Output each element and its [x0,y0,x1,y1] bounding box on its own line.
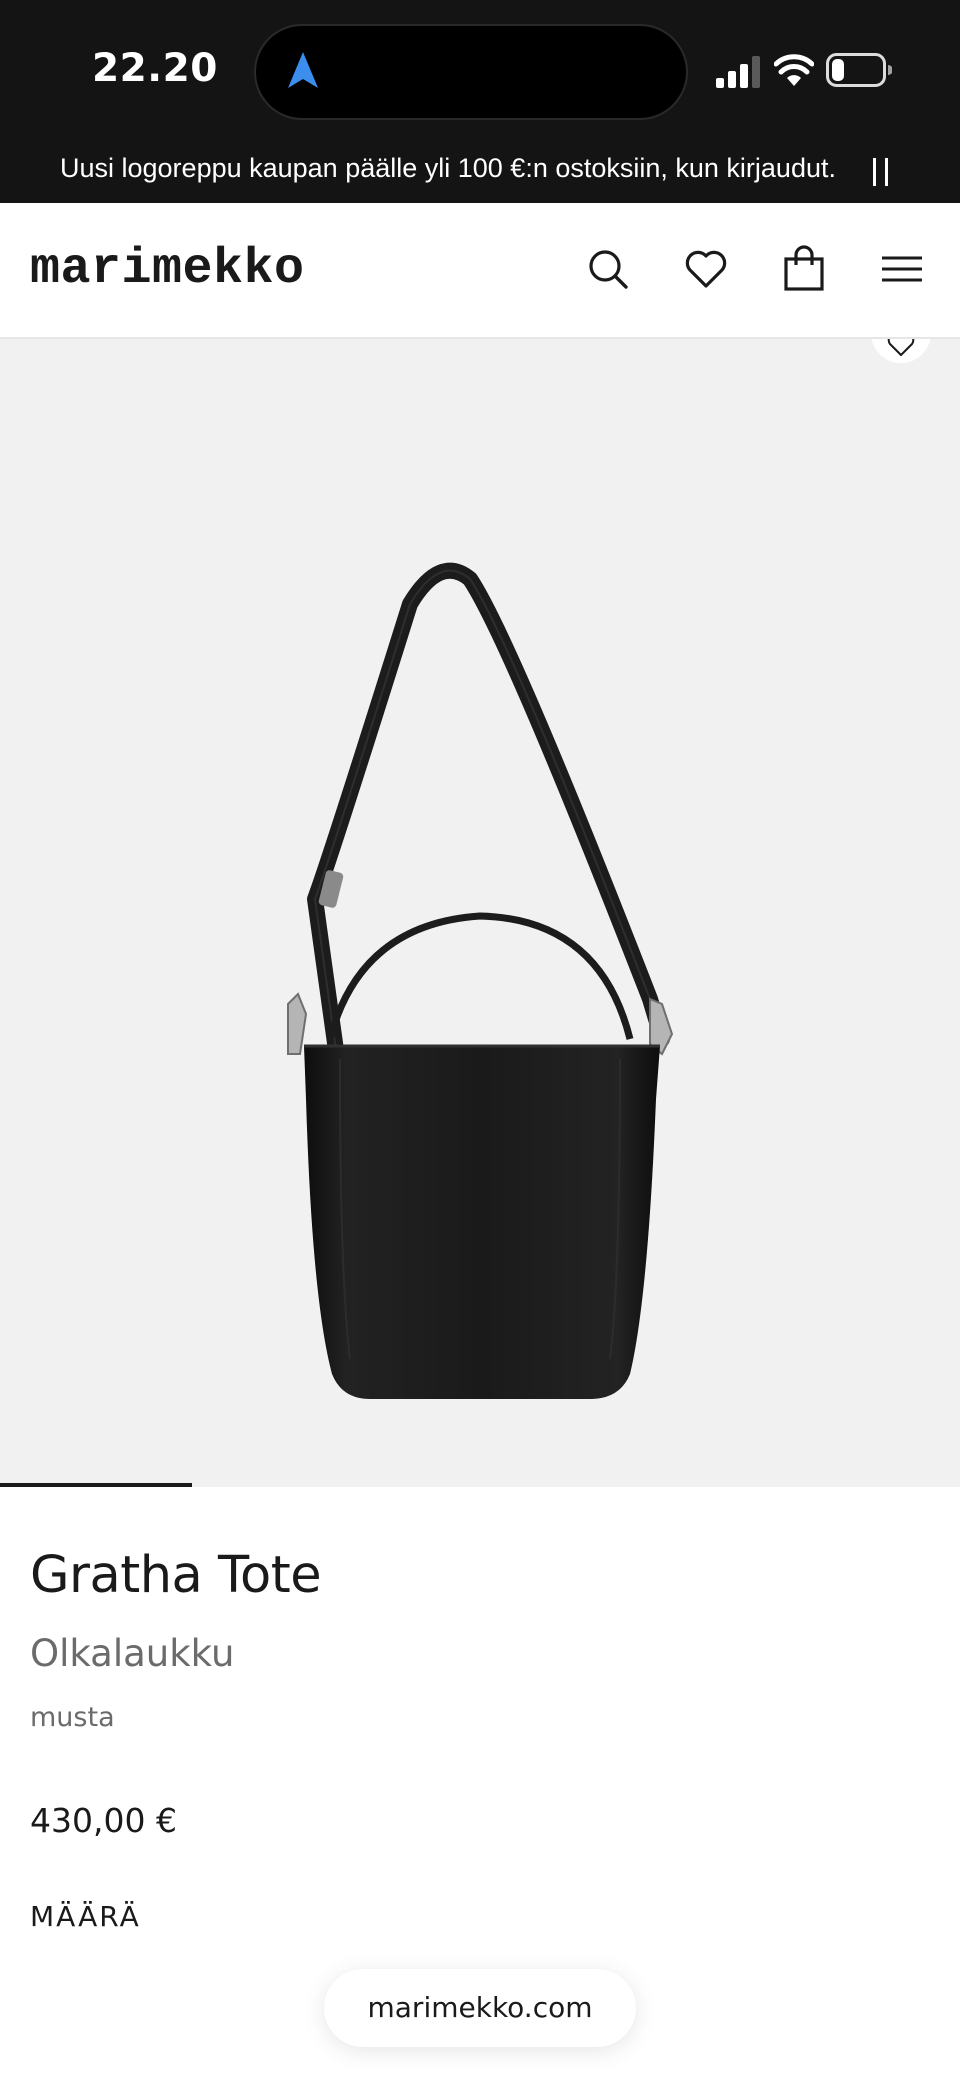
search-icon[interactable] [584,245,632,293]
product-image-tote-bag [287,562,674,1399]
hamburger-menu-icon[interactable] [878,245,926,293]
heart-icon [887,339,915,356]
product-gallery[interactable] [0,339,960,1487]
gallery-favorite-button[interactable] [871,339,931,363]
battery-icon [826,53,892,87]
product-name: Gratha Tote [30,1546,322,1605]
quantity-label: MÄÄRÄ [30,1900,141,1933]
promo-text: Uusi logoreppu kaupan päälle yli 100 €:n… [60,153,836,183]
brand-logo[interactable]: marimekko [30,241,305,298]
product-color: musta [30,1702,115,1733]
heart-icon[interactable] [682,245,730,293]
wifi-icon [774,54,814,86]
product-price: 430,00 € [30,1801,177,1840]
browser-url-pill[interactable]: marimekko.com [324,1969,636,2047]
status-time: 22.20 [92,46,218,91]
site-header: marimekko [0,203,960,339]
promo-banner: Uusi logoreppu kaupan päälle yli 100 €:n… [0,140,960,203]
location-arrow-icon [288,52,318,88]
cellular-signal-icon [716,56,760,88]
gallery-progress-indicator [0,1483,192,1487]
product-category: Olkalaukku [30,1632,235,1675]
pause-icon[interactable] [871,158,891,186]
shopping-bag-icon[interactable] [780,245,828,293]
status-bar: 22.20 [0,0,960,140]
